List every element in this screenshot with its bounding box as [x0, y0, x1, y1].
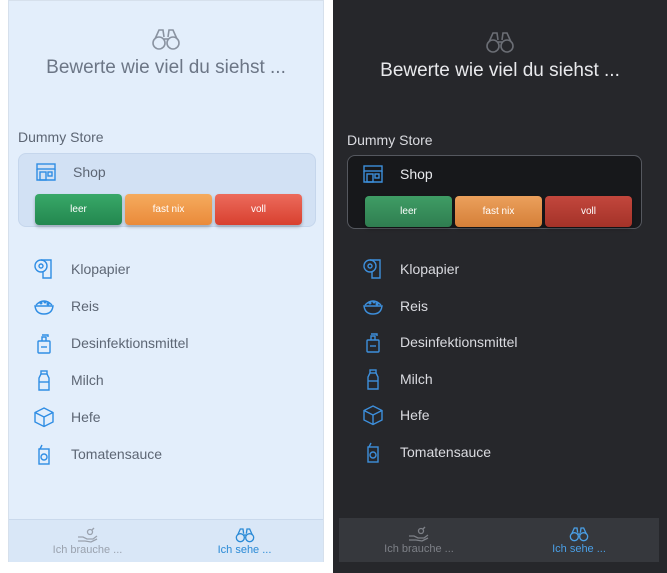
item-label: Hefe [71, 408, 101, 425]
shop-row: Shop [362, 164, 433, 184]
list-item-klopapier[interactable]: Klopapier [362, 251, 518, 288]
disinfectant-icon [33, 332, 55, 354]
item-label: Reis [71, 297, 100, 314]
list-item-milch[interactable]: Milch [33, 361, 189, 398]
rating-buttons: leer fast nix voll [365, 196, 632, 227]
tab-label: Ich sehe ... [217, 543, 272, 556]
tab-label: Ich sehe ... [552, 542, 606, 555]
header: Bewerte wie viel du siehst ... [333, 30, 667, 82]
header: Bewerte wie viel du siehst ... [9, 27, 323, 79]
toilet-paper-icon [33, 258, 55, 280]
rating-fast-nix-button[interactable]: fast nix [455, 196, 542, 227]
tab-ich-sehe[interactable]: Ich sehe ... [166, 520, 323, 562]
item-label: Tomatensauce [400, 443, 492, 460]
storefront-icon [363, 165, 383, 183]
item-label: Reis [400, 297, 429, 314]
yeast-cube-icon [33, 406, 55, 428]
tab-ich-sehe[interactable]: Ich sehe ... [499, 518, 659, 562]
page-title: Bewerte wie viel du siehst ... [46, 57, 286, 78]
tab-bar: Ich brauche ... Ich sehe ... [339, 518, 659, 562]
tab-ich-brauche[interactable]: Ich brauche ... [9, 520, 166, 562]
shop-card: Shop leer fast nix voll [18, 153, 316, 227]
tomato-sauce-icon [362, 441, 384, 463]
tab-bar: Ich brauche ... Ich sehe ... [9, 519, 323, 562]
hand-need-icon [77, 527, 97, 543]
list-item-reis[interactable]: Reis [362, 288, 518, 325]
light-theme-panel: Bewerte wie viel du siehst ... Dummy Sto… [8, 0, 324, 562]
hand-need-icon [409, 526, 429, 542]
tomato-sauce-icon [33, 443, 55, 465]
list-item-tomatensauce[interactable]: Tomatensauce [33, 435, 189, 472]
rating-fast-nix-button[interactable]: fast nix [125, 194, 212, 225]
rice-bowl-icon [362, 295, 384, 317]
list-item-desinfektionsmittel[interactable]: Desinfektionsmittel [33, 324, 189, 361]
list-item-milch[interactable]: Milch [362, 361, 518, 398]
page-title: Bewerte wie viel du siehst ... [380, 60, 620, 81]
item-label: Tomatensauce [71, 445, 163, 462]
rating-voll-button[interactable]: voll [215, 194, 302, 225]
item-label: Desinfektionsmittel [400, 334, 518, 351]
tab-ich-brauche[interactable]: Ich brauche ... [339, 518, 499, 562]
item-label: Klopapier [71, 260, 131, 277]
store-name: Dummy Store [347, 132, 433, 148]
list-item-hefe[interactable]: Hefe [362, 397, 518, 434]
list-item-reis[interactable]: Reis [33, 287, 189, 324]
item-label: Milch [71, 371, 104, 388]
shop-row: Shop [35, 162, 106, 182]
binoculars-icon [569, 526, 589, 541]
list-item-tomatensauce[interactable]: Tomatensauce [362, 434, 518, 471]
binoculars-icon [152, 29, 180, 50]
list-item-desinfektionsmittel[interactable]: Desinfektionsmittel [362, 324, 518, 361]
rating-leer-button[interactable]: leer [35, 194, 122, 225]
milk-bottle-icon [33, 369, 55, 391]
storefront-icon [36, 163, 56, 181]
rating-leer-button[interactable]: leer [365, 196, 452, 227]
store-name: Dummy Store [18, 129, 104, 145]
binoculars-icon [486, 32, 514, 53]
item-label: Hefe [400, 407, 430, 424]
tab-label: Ich brauche ... [384, 542, 454, 555]
item-list: Klopapier Reis Desinfektionsmittel Milch… [362, 251, 518, 470]
yeast-cube-icon [362, 404, 384, 426]
item-label: Milch [400, 370, 433, 387]
tab-label: Ich brauche ... [52, 543, 123, 556]
item-label: Klopapier [400, 261, 460, 278]
milk-bottle-icon [362, 368, 384, 390]
shop-label: Shop [400, 166, 433, 182]
disinfectant-icon [362, 331, 384, 353]
rating-buttons: leer fast nix voll [35, 194, 302, 225]
dark-theme-panel: Bewerte wie viel du siehst ... Dummy Sto… [333, 0, 667, 573]
shop-card: Shop leer fast nix voll [347, 155, 642, 229]
item-label: Desinfektionsmittel [71, 334, 189, 351]
list-item-hefe[interactable]: Hefe [33, 398, 189, 435]
item-list: Klopapier Reis Desinfektionsmittel Milch… [33, 250, 189, 472]
toilet-paper-icon [362, 258, 384, 280]
rating-voll-button[interactable]: voll [545, 196, 632, 227]
list-item-klopapier[interactable]: Klopapier [33, 250, 189, 287]
rice-bowl-icon [33, 295, 55, 317]
binoculars-icon [235, 527, 254, 542]
shop-label: Shop [73, 164, 106, 180]
